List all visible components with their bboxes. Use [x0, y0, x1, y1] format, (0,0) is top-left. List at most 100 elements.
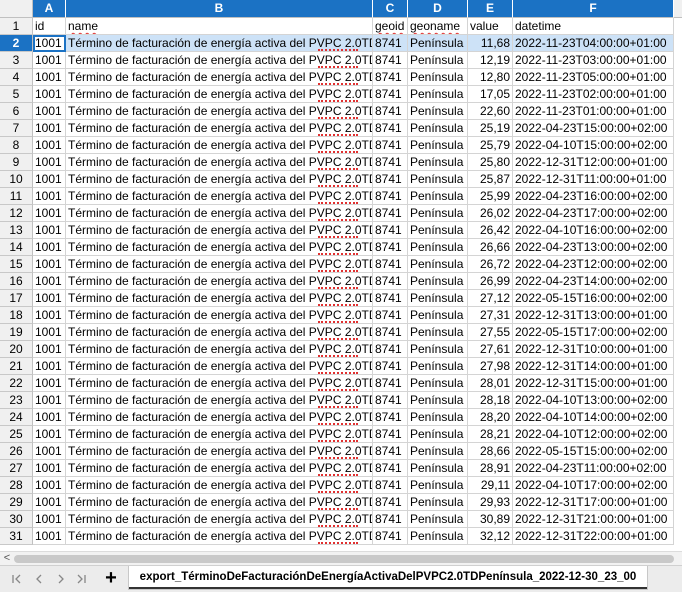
cell-name[interactable]: Término de facturación de energía activa…: [66, 375, 373, 392]
cell-geoname[interactable]: Península: [408, 341, 468, 358]
cell-geoid[interactable]: 8741: [373, 494, 408, 511]
cell-value[interactable]: value: [468, 18, 513, 35]
cell-name[interactable]: name: [66, 18, 373, 35]
row-header[interactable]: 7: [0, 120, 33, 137]
cell-geoname[interactable]: Península: [408, 443, 468, 460]
scroll-left-icon[interactable]: <: [2, 552, 12, 566]
cell-datetime[interactable]: 2022-12-31T14:00:00+01:00: [513, 358, 674, 375]
horizontal-scrollbar[interactable]: <: [0, 551, 682, 565]
cell-datetime[interactable]: 2022-11-23T05:00:00+01:00: [513, 69, 674, 86]
cell-value[interactable]: 26,66: [468, 239, 513, 256]
cell-value[interactable]: 25,87: [468, 171, 513, 188]
row-header[interactable]: 25: [0, 426, 33, 443]
select-all-corner[interactable]: [0, 0, 33, 18]
cell-datetime[interactable]: 2022-04-23T14:00:00+02:00: [513, 273, 674, 290]
cell-id[interactable]: 1001: [33, 358, 66, 375]
cell-id[interactable]: 1001: [33, 239, 66, 256]
cell-id[interactable]: 1001: [33, 222, 66, 239]
cell-id[interactable]: 1001: [33, 409, 66, 426]
cell-geoid[interactable]: 8741: [373, 324, 408, 341]
cell-datetime[interactable]: 2022-12-31T11:00:00+01:00: [513, 171, 674, 188]
cell-name[interactable]: Término de facturación de energía activa…: [66, 239, 373, 256]
cell-geoname[interactable]: Península: [408, 307, 468, 324]
cell-datetime[interactable]: 2022-04-10T14:00:00+02:00: [513, 409, 674, 426]
row-header[interactable]: 26: [0, 443, 33, 460]
column-header-e[interactable]: E: [468, 0, 513, 18]
cell-datetime[interactable]: 2022-12-31T12:00:00+01:00: [513, 154, 674, 171]
plus-icon[interactable]: +: [101, 568, 121, 590]
cell-geoid[interactable]: 8741: [373, 188, 408, 205]
cell-id[interactable]: 1001: [33, 341, 66, 358]
row-header[interactable]: 22: [0, 375, 33, 392]
cell-id[interactable]: 1001: [33, 443, 66, 460]
cell-datetime[interactable]: datetime: [513, 18, 674, 35]
cell-value[interactable]: 27,61: [468, 341, 513, 358]
cell-id[interactable]: 1001: [33, 528, 66, 545]
cell-value[interactable]: 22,60: [468, 103, 513, 120]
cell-value[interactable]: 32,12: [468, 528, 513, 545]
cell-value[interactable]: 28,91: [468, 460, 513, 477]
cell-name[interactable]: Término de facturación de energía activa…: [66, 171, 373, 188]
cell-id[interactable]: 1001: [33, 307, 66, 324]
cell-datetime[interactable]: 2022-04-23T13:00:00+02:00: [513, 239, 674, 256]
cell-value[interactable]: 11,68: [468, 35, 513, 52]
cell-name[interactable]: Término de facturación de energía activa…: [66, 426, 373, 443]
cell-geoid[interactable]: 8741: [373, 528, 408, 545]
cell-id[interactable]: 1001: [33, 324, 66, 341]
row-header[interactable]: 10: [0, 171, 33, 188]
cell-datetime[interactable]: 2022-12-31T15:00:00+01:00: [513, 375, 674, 392]
cell-datetime[interactable]: 2022-05-15T15:00:00+02:00: [513, 443, 674, 460]
cell-geoname[interactable]: Península: [408, 86, 468, 103]
cell-geoname[interactable]: Península: [408, 460, 468, 477]
cell-datetime[interactable]: 2022-04-10T17:00:00+02:00: [513, 477, 674, 494]
cell-id[interactable]: 1001: [33, 205, 66, 222]
cell-geoid[interactable]: 8741: [373, 307, 408, 324]
row-header[interactable]: 19: [0, 324, 33, 341]
cell-value[interactable]: 26,99: [468, 273, 513, 290]
cell-geoname[interactable]: Península: [408, 324, 468, 341]
cell-name[interactable]: Término de facturación de energía activa…: [66, 358, 373, 375]
cell-geoid[interactable]: 8741: [373, 69, 408, 86]
cell-geoname[interactable]: Península: [408, 137, 468, 154]
cell-datetime[interactable]: 2022-05-15T16:00:00+02:00: [513, 290, 674, 307]
cell-geoid[interactable]: 8741: [373, 256, 408, 273]
cell-datetime[interactable]: 2022-04-23T17:00:00+02:00: [513, 205, 674, 222]
cell-geoname[interactable]: geoname: [408, 18, 468, 35]
cell-value[interactable]: 25,99: [468, 188, 513, 205]
cell-geoname[interactable]: Península: [408, 69, 468, 86]
cell-geoid[interactable]: 8741: [373, 52, 408, 69]
cell-id[interactable]: 1001: [33, 120, 66, 137]
cell-id[interactable]: 1001: [33, 375, 66, 392]
cell-geoname[interactable]: Península: [408, 171, 468, 188]
cell-name[interactable]: Término de facturación de energía activa…: [66, 222, 373, 239]
row-header[interactable]: 27: [0, 460, 33, 477]
cell-id[interactable]: 1001: [33, 69, 66, 86]
cell-value[interactable]: 29,11: [468, 477, 513, 494]
cell-geoname[interactable]: Península: [408, 494, 468, 511]
cell-geoname[interactable]: Península: [408, 35, 468, 52]
cell-value[interactable]: 28,21: [468, 426, 513, 443]
cell-datetime[interactable]: 2022-11-23T01:00:00+01:00: [513, 103, 674, 120]
cell-datetime[interactable]: 2022-04-10T15:00:00+02:00: [513, 137, 674, 154]
cell-name[interactable]: Término de facturación de energía activa…: [66, 494, 373, 511]
cell-geoid[interactable]: 8741: [373, 443, 408, 460]
cell-value[interactable]: 29,93: [468, 494, 513, 511]
cell-geoname[interactable]: Península: [408, 426, 468, 443]
cell-geoname[interactable]: Península: [408, 375, 468, 392]
cell-name[interactable]: Término de facturación de energía activa…: [66, 409, 373, 426]
cell-datetime[interactable]: 2022-04-10T13:00:00+02:00: [513, 392, 674, 409]
cell-id[interactable]: 1001: [33, 256, 66, 273]
cell-value[interactable]: 27,55: [468, 324, 513, 341]
cell-geoname[interactable]: Península: [408, 511, 468, 528]
cell-datetime[interactable]: 2022-04-23T11:00:00+02:00: [513, 460, 674, 477]
cell-geoid[interactable]: geoid: [373, 18, 408, 35]
cell-datetime[interactable]: 2022-11-23T02:00:00+01:00: [513, 86, 674, 103]
cell-value[interactable]: 27,98: [468, 358, 513, 375]
spreadsheet-grid[interactable]: ABCDEF 1 id name geoid geoname value datetime 2…: [0, 0, 682, 551]
cell-geoid[interactable]: 8741: [373, 273, 408, 290]
cell-geoid[interactable]: 8741: [373, 409, 408, 426]
row-header[interactable]: 1: [0, 18, 33, 35]
cell-geoname[interactable]: Península: [408, 188, 468, 205]
cell-geoname[interactable]: Península: [408, 239, 468, 256]
cell-value[interactable]: 28,20: [468, 409, 513, 426]
